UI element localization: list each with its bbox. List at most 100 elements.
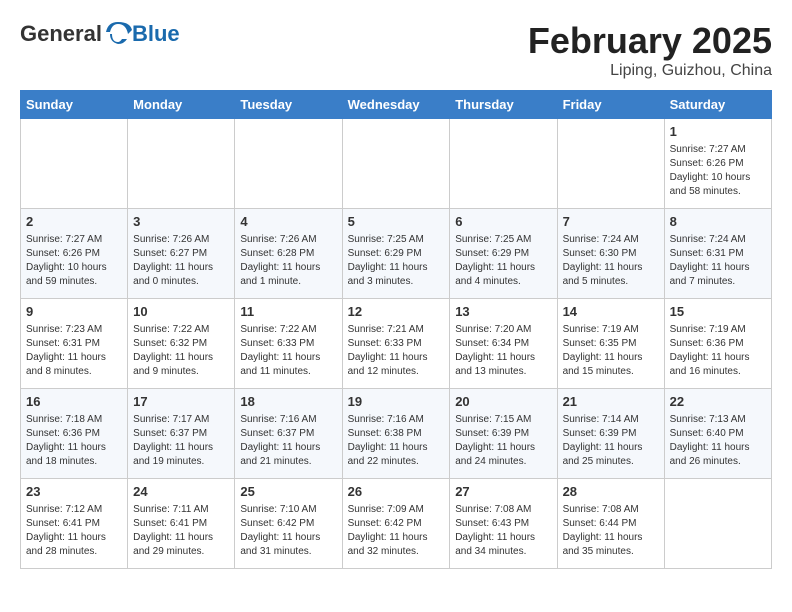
day-cell [342, 119, 450, 209]
day-cell: 12 Sunrise: 7:21 AM Sunset: 6:33 PM Dayli… [342, 299, 450, 389]
title-block: February 2025 Liping, Guizhou, China [528, 20, 772, 80]
week-row-4: 16 Sunrise: 7:18 AM Sunset: 6:36 PM Dayli… [21, 389, 772, 479]
day-cell: 8 Sunrise: 7:24 AM Sunset: 6:31 PM Daylig… [664, 209, 771, 299]
week-row-1: 1 Sunrise: 7:27 AM Sunset: 6:26 PM Daylig… [21, 119, 772, 209]
day-cell: 25 Sunrise: 7:10 AM Sunset: 6:42 PM Dayli… [235, 479, 342, 569]
day-info: Sunrise: 7:27 AM Sunset: 6:26 PM Dayligh… [26, 233, 122, 289]
day-cell: 7Sunrise: 7:24 AM Sunset: 6:30 PM Daylig… [557, 209, 664, 299]
day-number: 18 [240, 393, 336, 411]
day-cell: 11 Sunrise: 7:22 AM Sunset: 6:33 PM Dayli… [235, 299, 342, 389]
day-info: Sunrise: 7:16 AM Sunset: 6:37 PM Dayligh… [240, 413, 336, 469]
day-cell: 1 Sunrise: 7:27 AM Sunset: 6:26 PM Daylig… [664, 119, 771, 209]
day-info: Sunrise: 7:22 AM Sunset: 6:33 PM Dayligh… [240, 323, 336, 379]
day-info: Sunrise: 7:27 AM Sunset: 6:26 PM Dayligh… [670, 143, 766, 199]
day-number: 2 [26, 213, 122, 231]
logo-icon [104, 20, 132, 48]
day-info: Sunrise: 7:12 AM Sunset: 6:41 PM Dayligh… [26, 503, 122, 559]
day-cell: 27 Sunrise: 7:08 AM Sunset: 6:43 PM Dayli… [450, 479, 557, 569]
day-cell: 20 Sunrise: 7:15 AM Sunset: 6:39 PM Dayli… [450, 389, 557, 479]
day-info: Sunrise: 7:21 AM Sunset: 6:33 PM Dayligh… [348, 323, 445, 379]
day-number: 7 [563, 213, 659, 231]
main-title: February 2025 [528, 20, 772, 62]
weekday-header-wednesday: Wednesday [342, 91, 450, 119]
day-info: Sunrise: 7:19 AM Sunset: 6:36 PM Dayligh… [670, 323, 766, 379]
day-number: 14 [563, 303, 659, 321]
day-number: 10 [133, 303, 229, 321]
sub-title: Liping, Guizhou, China [528, 62, 772, 80]
day-cell: 9Sunrise: 7:23 AM Sunset: 6:31 PM Daylig… [21, 299, 128, 389]
day-info: Sunrise: 7:22 AM Sunset: 6:32 PM Dayligh… [133, 323, 229, 379]
day-number: 1 [670, 123, 766, 141]
day-cell: 13Sunrise: 7:20 AM Sunset: 6:34 PM Dayli… [450, 299, 557, 389]
day-cell [557, 119, 664, 209]
day-number: 21 [563, 393, 659, 411]
day-cell: 2 Sunrise: 7:27 AM Sunset: 6:26 PM Daylig… [21, 209, 128, 299]
day-cell: 4 Sunrise: 7:26 AM Sunset: 6:28 PM Daylig… [235, 209, 342, 299]
day-number: 12 [348, 303, 445, 321]
day-info: Sunrise: 7:08 AM Sunset: 6:43 PM Dayligh… [455, 503, 551, 559]
day-cell: 26Sunrise: 7:09 AM Sunset: 6:42 PM Dayli… [342, 479, 450, 569]
day-cell: 6 Sunrise: 7:25 AM Sunset: 6:29 PM Daylig… [450, 209, 557, 299]
day-number: 20 [455, 393, 551, 411]
day-info: Sunrise: 7:23 AM Sunset: 6:31 PM Dayligh… [26, 323, 122, 379]
day-number: 19 [348, 393, 445, 411]
day-number: 6 [455, 213, 551, 231]
day-info: Sunrise: 7:11 AM Sunset: 6:41 PM Dayligh… [133, 503, 229, 559]
day-cell: 10 Sunrise: 7:22 AM Sunset: 6:32 PM Dayli… [128, 299, 235, 389]
week-row-5: 23 Sunrise: 7:12 AM Sunset: 6:41 PM Dayli… [21, 479, 772, 569]
day-info: Sunrise: 7:24 AM Sunset: 6:31 PM Dayligh… [670, 233, 766, 289]
day-number: 5 [348, 213, 445, 231]
day-cell: 15 Sunrise: 7:19 AM Sunset: 6:36 PM Dayli… [664, 299, 771, 389]
day-info: Sunrise: 7:25 AM Sunset: 6:29 PM Dayligh… [348, 233, 445, 289]
day-number: 24 [133, 483, 229, 501]
day-cell: 28 Sunrise: 7:08 AM Sunset: 6:44 PM Dayli… [557, 479, 664, 569]
day-cell [235, 119, 342, 209]
weekday-header-sunday: Sunday [21, 91, 128, 119]
day-info: Sunrise: 7:17 AM Sunset: 6:37 PM Dayligh… [133, 413, 229, 469]
calendar-table: SundayMondayTuesdayWednesdayThursdayFrid… [20, 90, 772, 569]
day-number: 25 [240, 483, 336, 501]
day-cell [450, 119, 557, 209]
page-header: General Blue February 2025 Liping, Guizh… [20, 20, 772, 80]
day-cell: 14 Sunrise: 7:19 AM Sunset: 6:35 PM Dayli… [557, 299, 664, 389]
day-number: 22 [670, 393, 766, 411]
day-cell [128, 119, 235, 209]
day-info: Sunrise: 7:14 AM Sunset: 6:39 PM Dayligh… [563, 413, 659, 469]
logo: General Blue [20, 20, 180, 48]
day-cell: 16 Sunrise: 7:18 AM Sunset: 6:36 PM Dayli… [21, 389, 128, 479]
day-number: 8 [670, 213, 766, 231]
week-row-3: 9Sunrise: 7:23 AM Sunset: 6:31 PM Daylig… [21, 299, 772, 389]
day-info: Sunrise: 7:25 AM Sunset: 6:29 PM Dayligh… [455, 233, 551, 289]
day-number: 15 [670, 303, 766, 321]
day-number: 4 [240, 213, 336, 231]
day-info: Sunrise: 7:13 AM Sunset: 6:40 PM Dayligh… [670, 413, 766, 469]
day-info: Sunrise: 7:16 AM Sunset: 6:38 PM Dayligh… [348, 413, 445, 469]
day-cell [664, 479, 771, 569]
day-cell: 22 Sunrise: 7:13 AM Sunset: 6:40 PM Dayli… [664, 389, 771, 479]
weekday-header-monday: Monday [128, 91, 235, 119]
day-info: Sunrise: 7:19 AM Sunset: 6:35 PM Dayligh… [563, 323, 659, 379]
weekday-header-friday: Friday [557, 91, 664, 119]
day-info: Sunrise: 7:26 AM Sunset: 6:27 PM Dayligh… [133, 233, 229, 289]
weekday-header-row: SundayMondayTuesdayWednesdayThursdayFrid… [21, 91, 772, 119]
day-cell: 21 Sunrise: 7:14 AM Sunset: 6:39 PM Dayli… [557, 389, 664, 479]
day-info: Sunrise: 7:18 AM Sunset: 6:36 PM Dayligh… [26, 413, 122, 469]
day-cell: 18 Sunrise: 7:16 AM Sunset: 6:37 PM Dayli… [235, 389, 342, 479]
day-info: Sunrise: 7:08 AM Sunset: 6:44 PM Dayligh… [563, 503, 659, 559]
day-info: Sunrise: 7:15 AM Sunset: 6:39 PM Dayligh… [455, 413, 551, 469]
day-number: 27 [455, 483, 551, 501]
day-info: Sunrise: 7:10 AM Sunset: 6:42 PM Dayligh… [240, 503, 336, 559]
day-cell: 19 Sunrise: 7:16 AM Sunset: 6:38 PM Dayli… [342, 389, 450, 479]
day-cell: 24 Sunrise: 7:11 AM Sunset: 6:41 PM Dayli… [128, 479, 235, 569]
day-number: 11 [240, 303, 336, 321]
logo-blue-text: Blue [132, 21, 180, 47]
day-number: 23 [26, 483, 122, 501]
day-number: 28 [563, 483, 659, 501]
logo-general-text: General [20, 21, 102, 47]
weekday-header-tuesday: Tuesday [235, 91, 342, 119]
day-cell: 3Sunrise: 7:26 AM Sunset: 6:27 PM Daylig… [128, 209, 235, 299]
day-number: 16 [26, 393, 122, 411]
weekday-header-saturday: Saturday [664, 91, 771, 119]
day-info: Sunrise: 7:26 AM Sunset: 6:28 PM Dayligh… [240, 233, 336, 289]
day-info: Sunrise: 7:09 AM Sunset: 6:42 PM Dayligh… [348, 503, 445, 559]
